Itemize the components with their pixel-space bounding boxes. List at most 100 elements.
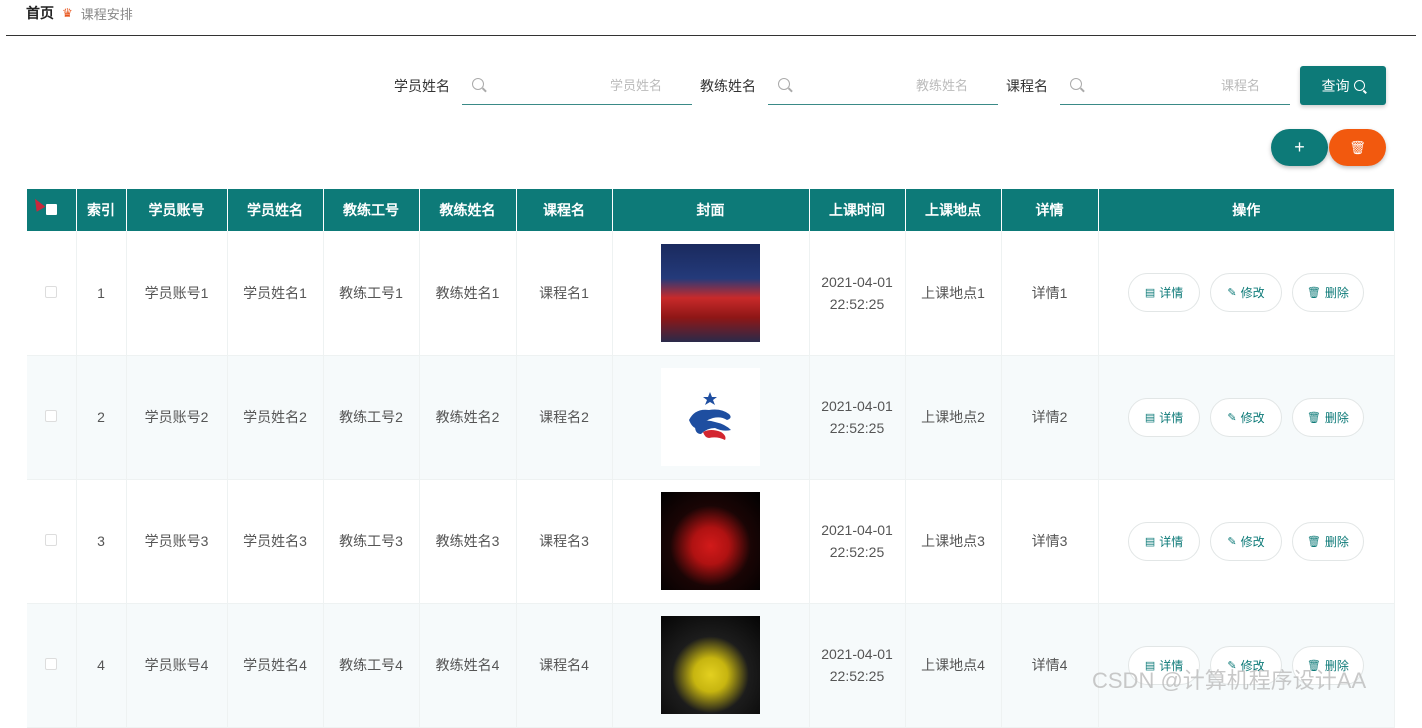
cover-image[interactable] <box>661 616 760 714</box>
cell-coach-id: 教练工号3 <box>323 479 420 604</box>
row-checkbox[interactable] <box>45 658 58 670</box>
cell-place: 上课地点4 <box>905 603 1002 728</box>
edit-button[interactable]: ✎ 修改 <box>1210 273 1282 313</box>
cell-account: 学员账号2 <box>126 355 228 480</box>
trash-icon: 🗑 <box>1306 411 1321 424</box>
cell-time: 2021-04-01 22:52:25 <box>809 355 906 480</box>
cover-image[interactable] <box>661 243 760 342</box>
detail-button[interactable]: ▤ 详情 <box>1128 273 1201 313</box>
header-coach-id: 教练工号 <box>323 189 420 231</box>
cell-place: 上课地点3 <box>905 479 1002 604</box>
select-all-checkbox[interactable] <box>45 204 57 215</box>
batch-delete-button[interactable]: 🗑 <box>1329 129 1386 166</box>
cell-index: 1 <box>76 231 127 356</box>
cover-image[interactable] <box>661 492 760 590</box>
cell-place: 上课地点2 <box>905 355 1002 480</box>
edit-label: 修改 <box>1240 534 1265 549</box>
course-name-field <box>1060 66 1290 105</box>
cell-student: 学员姓名1 <box>227 231 324 356</box>
delete-button[interactable]: 🗑 删除 <box>1291 397 1364 437</box>
delete-button[interactable]: 🗑 删除 <box>1291 273 1364 313</box>
detail-label: 详情 <box>1159 410 1184 425</box>
cell-account: 学员账号1 <box>126 231 228 356</box>
student-name-input[interactable] <box>462 66 692 104</box>
cell-detail: 详情3 <box>1001 479 1099 604</box>
coach-name-label: 教练姓名 <box>700 78 756 95</box>
cell-course: 课程名4 <box>516 603 613 728</box>
delete-button[interactable]: 🗑 删除 <box>1291 521 1364 561</box>
header-place: 上课地点 <box>905 189 1002 231</box>
document-icon: ▤ <box>1144 287 1156 300</box>
cell-course: 课程名3 <box>516 479 613 604</box>
cell-cover <box>612 355 810 480</box>
rooster-logo-icon <box>689 392 731 440</box>
cell-time: 2021-04-01 22:52:25 <box>809 603 906 728</box>
cell-coach: 教练姓名4 <box>419 603 517 728</box>
plus-icon: + <box>1294 137 1305 157</box>
cell-time: 2021-04-01 22:52:25 <box>809 479 906 604</box>
detail-button[interactable]: ▤ 详情 <box>1128 521 1201 561</box>
breadcrumb-current: 课程安排 <box>80 7 133 23</box>
document-icon: ▤ <box>1144 411 1156 424</box>
table-row: 1 学员账号1 学员姓名1 教练工号1 教练姓名1 课程名1 2021-04-0… <box>27 231 1395 356</box>
row-checkbox[interactable] <box>45 410 58 422</box>
header-divider <box>6 35 1416 36</box>
detail-label: 详情 <box>1159 286 1184 301</box>
cell-cover <box>612 603 810 728</box>
cell-actions: ▤ 详情 ✎ 修改 🗑 删除 <box>1098 355 1395 480</box>
time-text: 2021-04-01 22:52:25 <box>821 398 893 436</box>
row-select <box>27 479 77 604</box>
header-select-all[interactable] <box>27 189 77 231</box>
table-row: 3 学员账号3 学员姓名3 教练工号3 教练姓名3 课程名3 2021-04-0… <box>27 479 1395 604</box>
trash-icon: 🗑 <box>1306 287 1321 300</box>
edit-icon: ✎ <box>1227 411 1237 424</box>
time-text: 2021-04-01 22:52:25 <box>821 522 893 560</box>
row-checkbox[interactable] <box>45 285 58 298</box>
query-button[interactable]: 查询 <box>1300 66 1386 105</box>
course-name-input[interactable] <box>1060 66 1290 104</box>
cell-detail: 详情4 <box>1001 603 1099 728</box>
cell-coach: 教练姓名1 <box>419 231 517 356</box>
cell-coach: 教练姓名2 <box>419 355 517 480</box>
cell-index: 2 <box>76 355 127 480</box>
cover-image[interactable] <box>661 368 760 466</box>
delete-label: 删除 <box>1324 410 1349 425</box>
cursor-icon <box>30 196 46 212</box>
cell-coach: 教练姓名3 <box>419 479 517 604</box>
header-index: 索引 <box>76 189 127 231</box>
coach-name-input[interactable] <box>768 66 998 104</box>
search-student-name: 学员姓名 <box>394 66 692 105</box>
breadcrumb-home[interactable]: 首页 <box>26 3 54 23</box>
cell-account: 学员账号4 <box>126 603 228 728</box>
course-name-label: 课程名 <box>1006 78 1048 95</box>
edit-button[interactable]: ✎ 修改 <box>1210 521 1282 561</box>
row-select <box>27 355 77 480</box>
search-icon <box>472 77 484 90</box>
search-icon <box>1070 77 1082 90</box>
detail-button[interactable]: ▤ 详情 <box>1128 397 1201 437</box>
header-time: 上课时间 <box>809 189 906 231</box>
cell-account: 学员账号3 <box>126 479 228 604</box>
trash-icon: 🗑 <box>1349 139 1366 155</box>
search-bar: 学员姓名 教练姓名 课程名 查询 <box>386 66 1386 105</box>
crown-icon: ♛ <box>62 6 73 20</box>
cell-student: 学员姓名3 <box>227 479 324 604</box>
search-coach-name: 教练姓名 <box>700 66 998 105</box>
search-icon <box>778 77 790 90</box>
header-course: 课程名 <box>516 189 613 231</box>
add-button[interactable]: + <box>1271 129 1328 166</box>
cell-index: 3 <box>76 479 127 604</box>
document-icon: ▤ <box>1144 535 1156 548</box>
time-text: 2021-04-01 22:52:25 <box>821 273 893 312</box>
edit-button[interactable]: ✎ 修改 <box>1210 397 1282 437</box>
row-checkbox[interactable] <box>45 534 58 546</box>
cell-student: 学员姓名2 <box>227 355 324 480</box>
cell-coach-id: 教练工号2 <box>323 355 420 480</box>
header-coach: 教练姓名 <box>419 189 517 231</box>
table-row: 2 学员账号2 学员姓名2 教练工号2 教练姓名2 课程名2 2021-04-0… <box>27 355 1395 480</box>
trash-icon: 🗑 <box>1306 535 1321 548</box>
header-account: 学员账号 <box>126 189 228 231</box>
student-name-field <box>462 66 692 105</box>
cell-student: 学员姓名4 <box>227 603 324 728</box>
row-select <box>27 231 77 356</box>
